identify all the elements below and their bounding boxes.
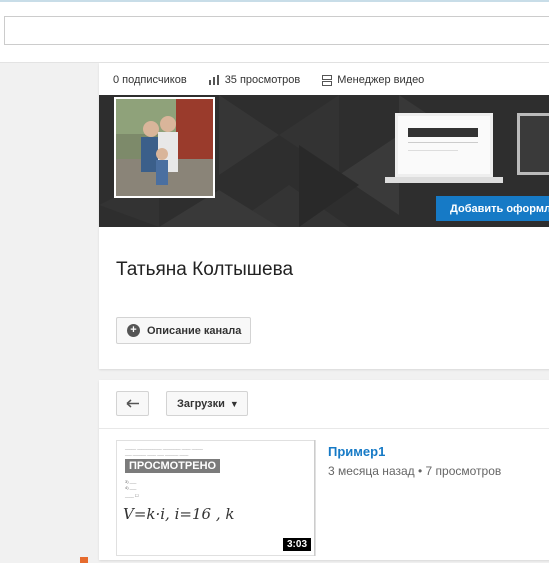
search-input[interactable] [4,16,549,45]
bar-chart-icon [208,75,219,85]
back-arrow-icon [126,399,139,408]
video-title-link[interactable]: Пример1 [328,444,385,459]
thumbnail-handwriting: V=k·i, i=16 , k [123,505,235,523]
channel-avatar[interactable] [114,97,215,198]
left-sidebar [0,63,80,563]
video-duration: 3:03 [282,538,311,551]
thumbnail-text-line: ___ ______ ____ ___ ______ ____ [125,451,189,456]
orange-indicator [80,557,88,563]
subscriber-count: 0 подписчиков [113,74,187,86]
video-meta: 3 месяца назад • 7 просмотров [328,464,502,478]
channel-about-label: Описание канала [147,324,242,337]
uploads-divider [99,428,549,429]
channel-title: Татьяна Колтышева [116,259,294,280]
add-channel-art-button[interactable]: Добавить оформл [436,196,549,221]
video-manager-label: Менеджер видео [337,74,425,86]
monitor-illustration [517,113,549,175]
avatar-photo [116,99,213,196]
thumbnail-text-line: 4) ___ [125,485,137,490]
thumbnail-text-line: ____ ☐ [125,493,139,498]
video-manager-icon [322,74,333,86]
thumbnail-edge [314,440,315,556]
channel-banner[interactable]: Добавить оформл [99,95,549,227]
thumbnail-text-line: 3) ___ [125,479,137,484]
uploads-panel: Загрузки ▼ _____ ___________ ________ __… [99,380,549,560]
view-count-label: 35 просмотров [224,74,301,86]
channel-about-button[interactable]: + Описание канала [116,317,251,344]
bottom-strip [80,557,225,563]
view-count[interactable]: 35 просмотров [208,74,301,86]
laptop-illustration [395,113,493,177]
subscriber-count-label: 0 подписчиков [113,74,187,86]
uploads-dropdown[interactable]: Загрузки ▼ [166,391,248,416]
uploads-dropdown-label: Загрузки [177,397,225,410]
plus-circle-icon: + [127,324,140,337]
caret-down-icon: ▼ [229,398,239,409]
laptop-base [385,177,503,183]
channel-header-panel: 0 подписчиков 35 просмотров Менеджер вид… [99,63,549,369]
thumbnail-text-line: _____ ___________ ________ ____ _____ [125,445,203,450]
video-thumbnail[interactable]: _____ ___________ ________ ____ _____ __… [116,440,316,556]
back-button[interactable] [116,391,149,416]
top-bar [0,0,549,62]
video-manager-link[interactable]: Менеджер видео [322,74,424,86]
channel-stats: 0 подписчиков 35 просмотров Менеджер вид… [113,69,446,91]
watched-badge: ПРОСМОТРЕНО [125,459,221,473]
